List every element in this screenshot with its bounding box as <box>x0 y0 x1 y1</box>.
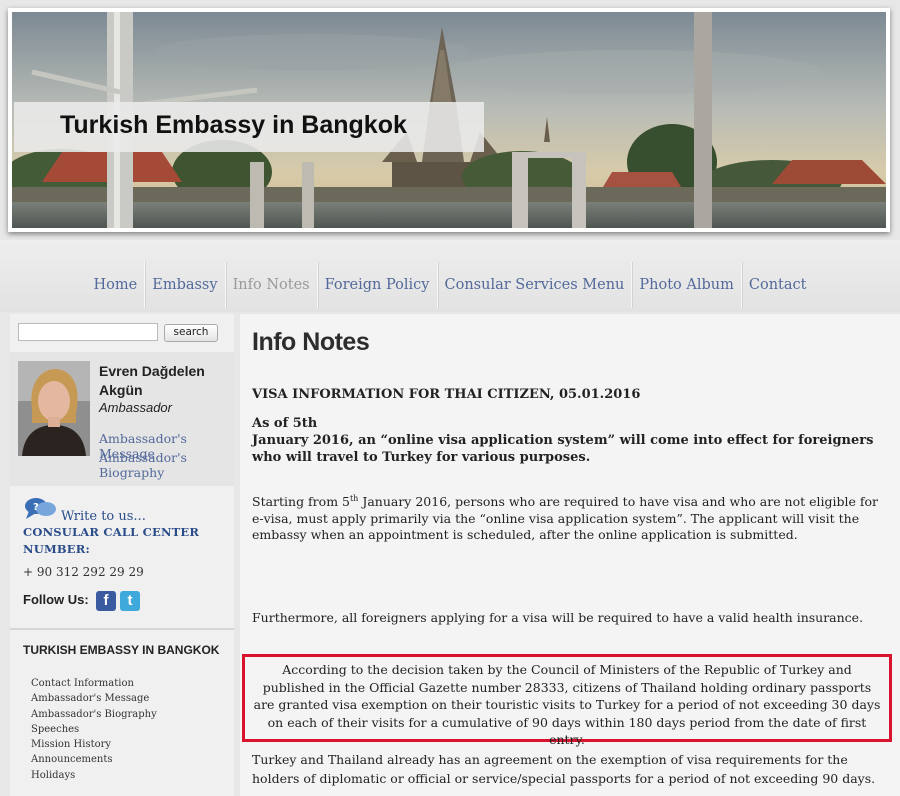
svg-text:?: ? <box>33 502 39 513</box>
ambassador-box: Evren Dağdelen Akgün Ambassador Ambassad… <box>10 352 234 486</box>
sidebar: search Evren Dağdelen Akgün Ambassador A… <box>10 314 234 796</box>
sidebar-item-ambassadors-biography[interactable]: Ambassador's Biography <box>31 707 157 722</box>
write-to-us-link[interactable]: Write to us... <box>61 509 146 524</box>
sidebar-item-contact-information[interactable]: Contact Information <box>31 676 157 691</box>
page-title: Info Notes <box>252 328 370 356</box>
embassy-menu: Contact Information Ambassador's Message… <box>31 676 157 783</box>
nav-embassy[interactable]: Embassy <box>145 262 226 308</box>
sidebar-item-ambassadors-message[interactable]: Ambassador's Message <box>31 691 157 706</box>
search-input[interactable] <box>18 323 158 341</box>
nav-consular-services[interactable]: Consular Services Menu <box>438 262 633 308</box>
speech-bubbles-icon[interactable]: ? <box>24 497 58 525</box>
search-button[interactable]: search <box>164 324 218 342</box>
site-title[interactable]: Turkish Embassy in Bangkok <box>60 111 407 140</box>
health-insurance-paragraph: Furthermore, all foreigners applying for… <box>252 610 864 625</box>
twitter-icon[interactable]: t <box>120 591 140 611</box>
sidebar-item-mission-history[interactable]: Mission History <box>31 737 157 752</box>
ambassador-photo <box>18 361 90 456</box>
nav-contact[interactable]: Contact <box>742 262 814 308</box>
sidebar-item-announcements[interactable]: Announcements <box>31 752 157 767</box>
diplomatic-passport-paragraph: Turkey and Thailand already has an agree… <box>252 752 876 786</box>
main-nav: Home Embassy Info Notes Foreign Policy C… <box>0 262 900 308</box>
sidebar-divider <box>10 628 234 630</box>
sidebar-item-holidays[interactable]: Holidays <box>31 768 157 783</box>
announcement-text: January 2016, an “online visa applicatio… <box>252 433 874 465</box>
call-center-title: CONSULAR CALL CENTER NUMBER: <box>23 525 200 556</box>
announcement-lead: As of 5th January 2016, an “online visa … <box>252 415 888 466</box>
ambassador-biography-link[interactable]: Ambassador's Biography <box>99 450 219 480</box>
sidebar-item-speeches[interactable]: Speeches <box>31 722 157 737</box>
ambassador-name: Evren Dağdelen Akgün <box>99 363 205 398</box>
main-content: Info Notes VISA INFORMATION FOR THAI CIT… <box>240 314 900 796</box>
follow-us-label: Follow Us: <box>23 592 89 607</box>
call-center-phone: + 90 312 292 29 29 <box>23 565 144 579</box>
nav-home[interactable]: Home <box>87 262 146 308</box>
nav-photo-album[interactable]: Photo Album <box>632 262 742 308</box>
announcement-date-line: As of 5th <box>252 416 318 431</box>
para1-start: Starting from 5 <box>252 494 350 510</box>
online-visa-paragraph: Starting from 5th January 2016, persons … <box>252 491 888 544</box>
banner: Turkish Embassy in Bangkok <box>8 8 890 232</box>
ambassador-title: Ambassador <box>99 400 172 415</box>
visa-heading: VISA INFORMATION FOR THAI CITIZEN, 05.01… <box>252 387 641 402</box>
facebook-icon[interactable]: f <box>96 591 116 611</box>
nav-info-notes[interactable]: Info Notes <box>226 262 318 308</box>
embassy-menu-title: TURKISH EMBASSY IN BANGKOK <box>23 643 220 657</box>
visa-exemption-text: According to the decision taken by the C… <box>253 662 881 747</box>
nav-foreign-policy[interactable]: Foreign Policy <box>318 262 438 308</box>
